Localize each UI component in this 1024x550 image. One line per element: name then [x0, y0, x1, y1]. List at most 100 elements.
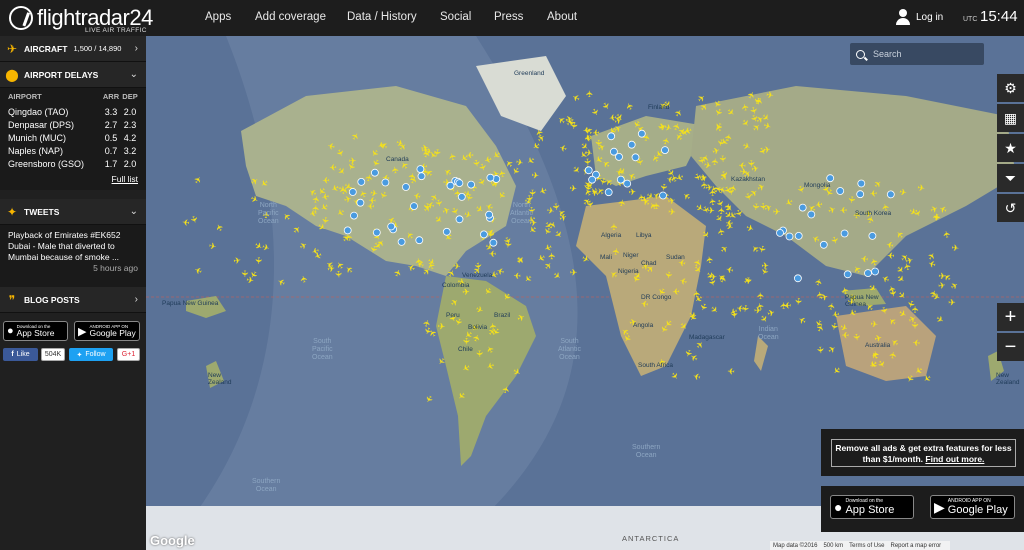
airport-pin-icon[interactable] [868, 231, 877, 240]
tweets-section[interactable]: ✦ TWEETS ⌄ [0, 199, 146, 225]
zoom-in-button[interactable]: + [997, 303, 1024, 331]
airport-pin-icon[interactable] [397, 237, 406, 246]
airport-pin-icon[interactable] [819, 240, 828, 249]
aircraft-icon[interactable]: ✈ [826, 301, 838, 311]
airport-pin-icon[interactable] [584, 166, 593, 175]
airport-pin-icon[interactable] [343, 226, 352, 235]
airport-pin-icon[interactable] [588, 175, 597, 184]
airport-pin-icon[interactable] [794, 274, 802, 283]
airport-pin-icon[interactable] [776, 228, 784, 237]
airport-pin-icon[interactable] [785, 232, 794, 241]
aircraft-icon[interactable]: ✈ [213, 221, 226, 233]
nav-add-coverage[interactable]: Add coverage [255, 11, 326, 23]
aircraft-icon[interactable]: ✈ [616, 198, 627, 208]
airport-pin-icon[interactable] [661, 146, 669, 154]
blog-posts-section[interactable]: ❞ BLOG POSTS › [0, 287, 146, 313]
aircraft-icon[interactable]: ✈ [717, 155, 728, 164]
aircraft-icon[interactable]: ✈ [716, 226, 728, 236]
airport-pin-icon[interactable] [637, 129, 646, 138]
aircraft-icon[interactable]: ✈ [912, 337, 921, 348]
settings-button[interactable]: ⚙ [997, 74, 1024, 102]
aircraft-icon[interactable]: ✈ [723, 202, 735, 212]
aircraft-icon[interactable]: ✈ [725, 264, 735, 276]
airport-pin-icon[interactable] [370, 168, 379, 177]
terms-link[interactable]: Terms of Use [849, 543, 884, 549]
nav-press[interactable]: Press [494, 11, 523, 23]
aircraft-icon[interactable]: ✈ [246, 275, 256, 286]
airport-pin-icon[interactable] [442, 227, 451, 236]
aircraft-icon[interactable]: ✈ [668, 370, 681, 382]
google-plus-button[interactable]: G+1 [117, 348, 140, 361]
aircraft-icon[interactable]: ✈ [569, 183, 578, 194]
aircraft-icon[interactable]: ✈ [704, 255, 715, 265]
aircraft-icon[interactable]: ✈ [453, 261, 462, 272]
aircraft-icon[interactable]: ✈ [692, 370, 702, 382]
airport-pin-icon[interactable] [467, 180, 476, 189]
aircraft-icon[interactable]: ✈ [949, 280, 961, 293]
aircraft-icon[interactable]: ✈ [948, 298, 956, 308]
airport-pin-icon[interactable] [372, 228, 381, 237]
full-list-link[interactable]: Full list [112, 174, 138, 184]
airport-pin-icon[interactable] [843, 270, 852, 279]
airport-pin-icon[interactable] [794, 231, 803, 240]
aircraft-icon[interactable]: ✈ [589, 107, 601, 119]
aircraft-icon[interactable]: ✈ [743, 277, 753, 286]
aircraft-icon[interactable]: ✈ [208, 241, 218, 252]
airport-pin-icon[interactable] [387, 222, 396, 231]
airport-pin-icon[interactable] [616, 175, 625, 184]
airport-pin-icon[interactable] [864, 269, 872, 278]
map-google-play-button[interactable]: ▶ ANDROID APP ON Google Play [930, 495, 1015, 519]
aircraft-icon[interactable]: ✈ [192, 174, 205, 186]
airport-pin-icon[interactable] [604, 188, 613, 197]
airport-pin-icon[interactable] [631, 153, 640, 162]
aircraft-icon[interactable]: ✈ [624, 100, 636, 111]
table-row[interactable]: Qingdao (TAO) 3.3 2.0 [8, 105, 138, 118]
aircraft-icon[interactable]: ✈ [773, 207, 781, 217]
airport-pin-icon[interactable] [840, 229, 849, 238]
widgets-button[interactable]: ▦ [997, 104, 1024, 132]
aircraft-icon[interactable]: ✈ [754, 306, 762, 316]
aircraft-icon[interactable]: ✈ [692, 289, 703, 298]
airport-pin-icon[interactable] [410, 202, 418, 211]
twitter-follow-button[interactable]: ✦ Follow [69, 348, 113, 361]
airport-pin-icon[interactable] [659, 191, 667, 200]
google-play-button[interactable]: ▶ ANDROID APP ON Google Play [74, 321, 140, 341]
airport-pin-icon[interactable] [486, 173, 495, 182]
aircraft-icon[interactable]: ✈ [766, 307, 776, 319]
aircraft-icon[interactable]: ✈ [695, 92, 708, 105]
nav-about[interactable]: About [547, 11, 577, 23]
favorites-button[interactable]: ★ [997, 134, 1024, 162]
map-app-store-button[interactable]: ● Download on the App Store [830, 495, 914, 519]
aircraft-icon[interactable]: ✈ [311, 204, 322, 213]
table-row[interactable]: Munich (MUC) 0.5 4.2 [8, 131, 138, 144]
nav-data-history[interactable]: Data / History [347, 11, 417, 23]
aircraft-icon[interactable]: ✈ [895, 273, 908, 286]
airport-pin-icon[interactable] [489, 238, 498, 247]
aircraft-icon[interactable]: ✈ [513, 270, 521, 280]
aircraft-icon[interactable]: ✈ [681, 189, 693, 202]
aircraft-icon[interactable]: ✈ [934, 313, 946, 326]
aircraft-icon[interactable]: ✈ [793, 297, 804, 306]
tweet-card[interactable]: Playback of Emirates #EK652 Dubai - Male… [0, 225, 146, 287]
aircraft-icon[interactable]: ✈ [584, 89, 594, 97]
airport-pin-icon[interactable] [479, 230, 488, 239]
aircraft-section[interactable]: ✈ AIRCRAFT 1,500 / 14,890 › [0, 36, 146, 62]
airport-pin-icon[interactable] [485, 210, 494, 219]
aircraft-icon[interactable]: ✈ [839, 205, 847, 215]
search-input[interactable] [873, 49, 973, 59]
aircraft-icon[interactable]: ✈ [726, 366, 735, 377]
aircraft-icon[interactable]: ✈ [671, 286, 680, 297]
aircraft-icon[interactable]: ✈ [826, 343, 838, 356]
aircraft-icon[interactable]: ✈ [941, 229, 952, 239]
flightradar24-logo[interactable]: flightradar24 LIVE AIR TRAFFIC [9, 4, 153, 34]
aircraft-icon[interactable]: ✈ [233, 255, 243, 266]
aircraft-icon[interactable]: ✈ [253, 257, 263, 265]
table-row[interactable]: Naples (NAP) 0.7 3.2 [8, 144, 138, 157]
table-row[interactable]: Denpasar (DPS) 2.7 2.3 [8, 118, 138, 131]
airport-pin-icon[interactable] [416, 165, 425, 174]
aircraft-icon[interactable]: ✈ [673, 107, 686, 119]
report-link[interactable]: Report a map error [890, 543, 941, 549]
promo-link[interactable]: Find out more. [925, 454, 984, 464]
airport-pin-icon[interactable] [857, 179, 866, 188]
promo-box[interactable]: Remove all ads & get extra features for … [831, 439, 1016, 467]
